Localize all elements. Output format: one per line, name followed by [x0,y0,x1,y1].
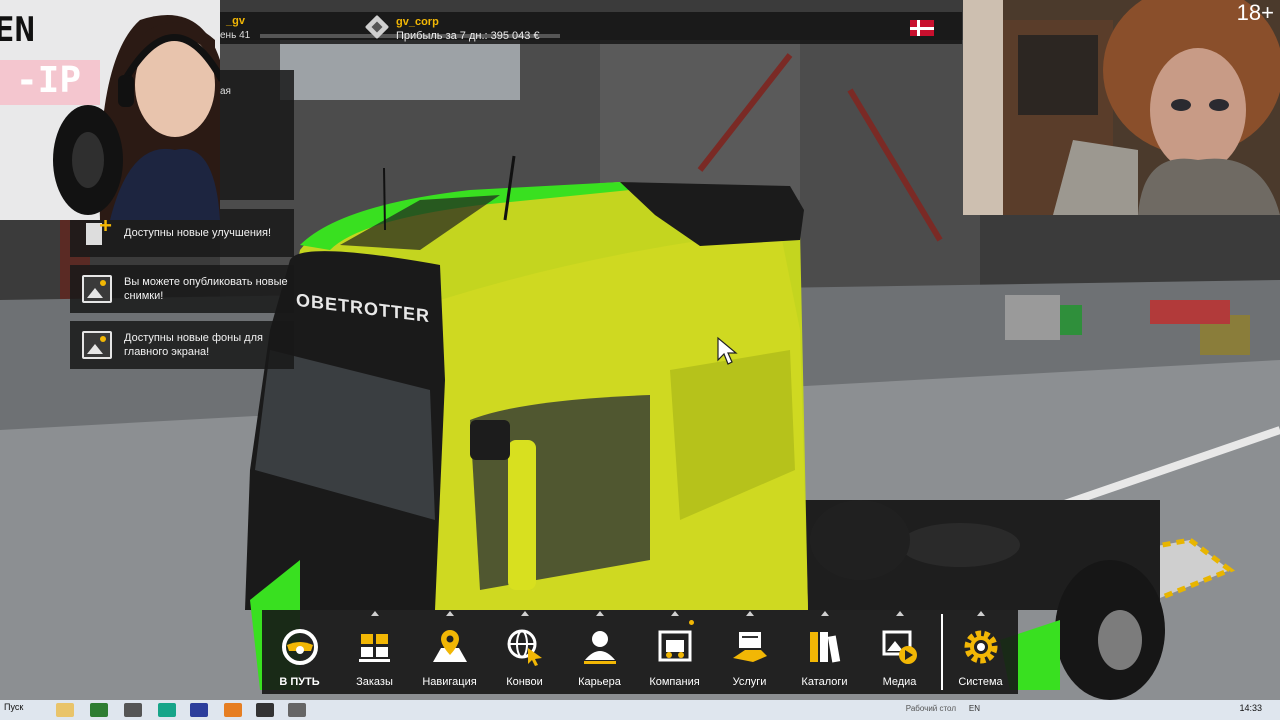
profile-bar: _gv ень 41 gv_corp Прибыль за 7 дн.: 395… [220,12,962,44]
webcam-right: 18+ [963,0,1280,215]
menu-item-services[interactable]: Услуги [712,610,787,694]
menu-item-convoy[interactable]: Конвои [487,610,562,694]
menu-item-navigation[interactable]: Навигация [412,610,487,694]
mouse-app-icon[interactable] [124,703,142,717]
menu-item-system[interactable]: Система [943,610,1018,694]
menu-item-label: Заказы [356,676,393,688]
chevron-up-icon [520,611,529,616]
player-level: ень 41 [220,30,251,41]
spreadsheet-icon[interactable] [90,703,108,717]
language-indicator[interactable]: EN [969,704,980,713]
chevron-up-icon [976,611,985,616]
menu-item-label: Конвои [506,676,543,688]
country-flag-icon [910,20,934,36]
photo-icon [82,331,112,359]
os-taskbar: Пуск Рабочий стол EN 14:33 [0,700,1280,720]
folder-icon[interactable] [56,703,74,717]
menu-item-media[interactable]: Медиа [862,610,937,694]
upgrade-icon [82,213,112,247]
photo-icon [82,275,112,303]
game-icon[interactable] [288,703,306,717]
notification-dot [688,620,694,625]
obs-icon[interactable] [256,703,274,717]
map-pin-icon [431,628,469,666]
age-rating-badge: 18+ [1236,0,1274,25]
mouse-cursor-icon [717,336,738,365]
steering-wheel-icon [281,628,319,666]
firefox-icon[interactable] [224,703,242,717]
chevron-up-icon [820,611,829,616]
taskbar-desktop-label[interactable]: Рабочий стол [906,704,956,713]
clock[interactable]: 14:33 [1239,703,1262,713]
player-name[interactable]: _gv [226,15,245,27]
notification-partial-text: ая [220,86,231,97]
menu-item-label: Услуги [732,676,767,688]
services-icon [731,628,769,666]
notification-backgrounds[interactable]: Доступны новые фоны для главного экрана! [70,321,294,369]
browser-icon[interactable] [190,703,208,717]
webcam-overlay-text-2: -IP [16,60,82,101]
chevron-up-icon [895,611,904,616]
menu-item-label: Каталоги [801,676,848,688]
chevron-up-icon [670,611,679,616]
start-button[interactable]: Пуск [0,702,23,712]
notification-partial[interactable]: ая [220,70,294,200]
person-icon [581,628,619,666]
notification-text: Доступны новые фоны для главного экрана! [124,332,263,358]
menu-item-label: Медиа [882,676,917,688]
menu-item-career[interactable]: Карьера [562,610,637,694]
chevron-up-icon [745,611,754,616]
media-icon [881,628,919,666]
catalog-icon [806,628,844,666]
menu-item-label: В ПУТЬ [279,676,320,688]
notification-text: Вы можете опубликовать новые снимки! [124,276,288,302]
chevron-up-icon [595,611,604,616]
menu-item-label: Карьера [578,676,621,688]
menu-item-label: Компания [649,676,700,688]
chevron-up-icon [370,611,379,616]
webcam-left: EN -IP [0,0,220,220]
notification-text: Доступны новые улучшения! [124,227,272,239]
gear-icon [962,628,1000,666]
menu-item-label: Система [958,676,1003,688]
globe-cursor-icon [506,628,544,666]
notification-photos[interactable]: Вы можете опубликовать новые снимки! [70,265,294,313]
menu-item-catalogs[interactable]: Каталоги [787,610,862,694]
main-menu-bar: В ПУТЬ Заказы Навигация Конвои Карьера К… [262,610,1018,694]
cargo-icon [356,628,394,666]
menu-item-company[interactable]: Компания [637,610,712,694]
menu-item-jobs[interactable]: Заказы [337,610,412,694]
skype-icon[interactable] [158,703,176,717]
company-name[interactable]: gv_corp [396,16,439,28]
webcam-overlay-text-1: EN [0,10,35,50]
chevron-up-icon [445,611,454,616]
company-profit: Прибыль за 7 дн.: 395 043 € [396,30,540,42]
menu-item-label: Навигация [422,676,477,688]
garage-icon [656,628,694,666]
menu-item-drive[interactable]: В ПУТЬ [262,610,337,694]
